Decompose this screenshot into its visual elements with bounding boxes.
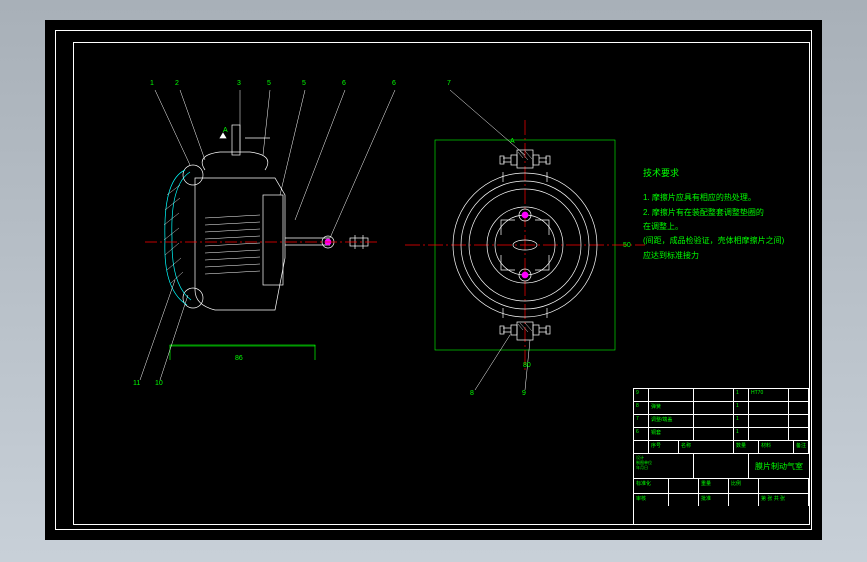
note-3b: 应达到标准接力 [643,249,784,263]
balloon-6b: 6 [392,80,396,87]
balloon-6: 6 [342,80,346,87]
drawing-name: 膜片制动气室 [749,454,809,478]
balloon-1: 1 [150,80,154,87]
balloon-9: 9 [522,390,526,397]
dim-86: 86 [235,355,243,362]
arrow-a: A [223,127,228,134]
balloon-10: 10 [155,380,163,387]
note-2b: 在调整上。 [643,220,784,234]
balloon-7: 7 [447,80,451,87]
leaders-bottom-left [140,280,188,380]
balloon-5: 5 [302,80,306,87]
dim-50: 50 [623,242,631,249]
note-1: 1. 摩擦片应具有相应的热处理。 [643,191,784,205]
balloon-8: 8 [470,390,474,397]
parts-row-9: 91HT70 [634,389,809,402]
title-block: 91HT70 8弹簧1 7调整/端盖1 6铜套1 序号名称数量材料备注 设计 制… [633,388,810,525]
drawing-title-row: 设计 制图单位 年月日 膜片制动气室 [634,454,809,479]
parts-row-6: 6铜套1 [634,428,809,441]
parts-header: 序号名称数量材料备注 [634,441,809,454]
cad-drawing-canvas: 1 2 3 5 5 6 6 7 11 10 8 9 86 80 50 A A 技… [45,20,822,540]
leaders-left [155,90,395,238]
notes-title: 技术要求 [643,165,784,181]
parts-row-7: 7调整/端盖1 [634,415,809,428]
right-front-view [405,120,645,370]
sig-row-3: 审核 批准 第 张 共 张 [634,494,809,506]
balloon-4: 5 [267,80,271,87]
balloon-2: 2 [175,80,179,87]
left-section-view [145,125,380,360]
sig-row-2: 标准化 重量 比例 [634,479,809,494]
arrow-a2: A [510,138,515,145]
note-2: 2. 摩擦片有在装配整套调整垫圈的 [643,206,784,220]
dim-80: 80 [523,362,531,369]
parts-row-8: 8弹簧1 [634,402,809,415]
balloon-3: 3 [237,80,241,87]
technical-requirements: 技术要求 1. 摩擦片应具有相应的热处理。 2. 摩擦片有在装配整套调整垫圈的 … [643,165,784,263]
note-3: (间距，成品检验证，壳体相摩擦片之间) [643,234,784,248]
balloon-11: 11 [133,380,140,387]
